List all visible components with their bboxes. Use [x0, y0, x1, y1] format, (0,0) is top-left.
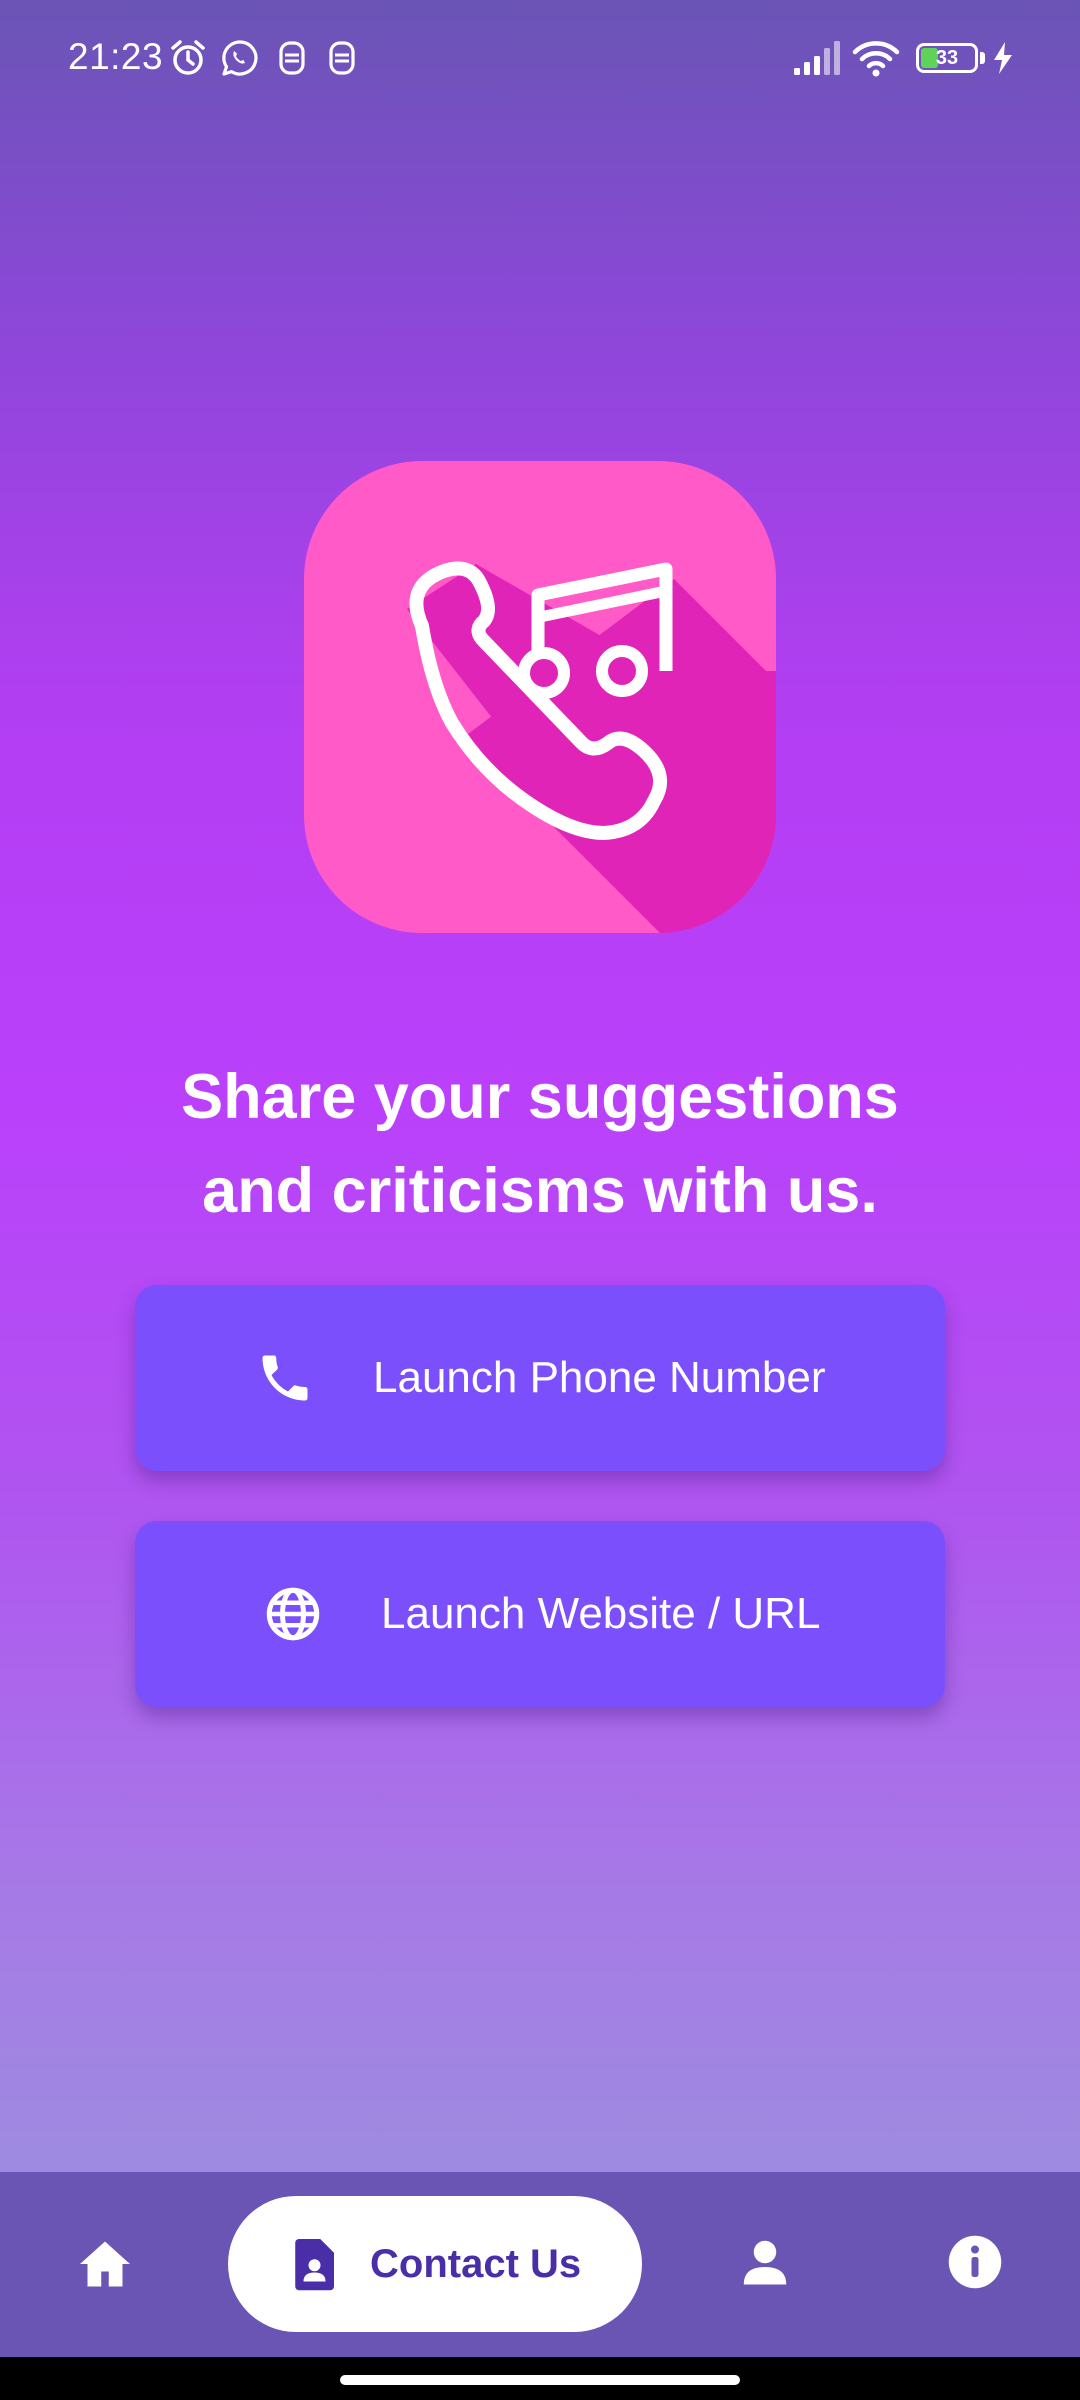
sim-icon-2 — [322, 38, 362, 78]
contact-screen: 21:23 33 Share your suggestions and crit… — [0, 0, 1080, 2400]
status-bar: 21:23 33 — [0, 0, 1080, 116]
battery-cap — [980, 52, 985, 64]
nav-item-home[interactable] — [60, 2172, 150, 2357]
whatsapp-icon — [220, 38, 260, 78]
charging-icon — [990, 38, 1016, 78]
page-headline: Share your suggestions and criticisms wi… — [90, 1050, 990, 1238]
alarm-icon — [168, 38, 208, 78]
nav-item-info[interactable] — [930, 2172, 1020, 2357]
nav-active-label: Contact Us — [370, 2242, 582, 2286]
launch-website-label: Launch Website / URL — [381, 1589, 821, 1638]
phone-icon — [255, 1348, 315, 1408]
wifi-icon — [852, 38, 900, 78]
bottom-navigation: Contact Us — [0, 2172, 1080, 2357]
nav-item-contact-us[interactable]: Contact Us — [228, 2196, 642, 2332]
contact-card-icon — [284, 2234, 344, 2294]
person-icon — [735, 2232, 795, 2292]
system-gesture-area — [0, 2357, 1080, 2400]
globe-icon — [263, 1584, 323, 1644]
home-gesture-bar[interactable] — [340, 2375, 740, 2385]
battery-icon: 33 — [916, 43, 978, 73]
launch-phone-label: Launch Phone Number — [373, 1353, 826, 1402]
status-time: 21:23 — [68, 36, 164, 77]
app-logo — [304, 461, 776, 933]
launch-phone-button[interactable]: Launch Phone Number — [135, 1285, 945, 1471]
nav-item-profile[interactable] — [720, 2172, 810, 2357]
sim-icon — [272, 38, 312, 78]
home-icon — [75, 2234, 135, 2294]
battery-level: 33 — [935, 47, 959, 69]
signal-icon — [792, 38, 842, 78]
phone-music-logo-icon — [407, 561, 776, 933]
headline-line-1: Share your suggestions — [181, 1062, 899, 1132]
headline-line-2: and criticisms with us. — [202, 1156, 878, 1226]
launch-website-button[interactable]: Launch Website / URL — [135, 1521, 945, 1707]
info-icon — [945, 2232, 1005, 2292]
